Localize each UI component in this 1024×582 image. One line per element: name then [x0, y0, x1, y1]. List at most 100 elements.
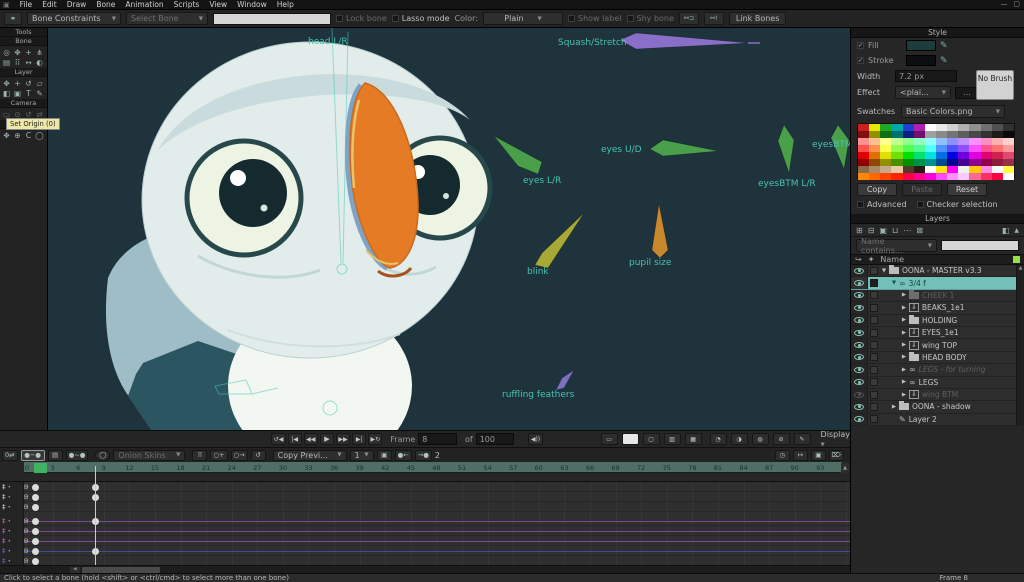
palette-color[interactable] — [1003, 145, 1014, 152]
palette-color[interactable] — [958, 145, 969, 152]
layer-visibility-toggle[interactable] — [851, 377, 868, 388]
palette-color[interactable] — [969, 166, 980, 173]
chevron-collapsed-icon[interactable]: ▶ — [900, 305, 908, 311]
palette-color[interactable] — [947, 159, 958, 166]
palette-color[interactable] — [858, 131, 869, 138]
ruler-frame-9[interactable]: 9 — [102, 464, 106, 472]
shy-bone-checkbox[interactable]: Shy bone — [627, 14, 674, 23]
palette-color[interactable] — [880, 159, 891, 166]
chevron-expanded-icon[interactable]: ▼ — [880, 268, 888, 274]
prev-keyframe-icon[interactable]: ●← — [395, 450, 412, 461]
layer-checkbox[interactable] — [868, 291, 880, 299]
palette-color[interactable] — [858, 173, 869, 180]
layer-visibility-toggle[interactable] — [851, 414, 868, 425]
stroke-color-swatch[interactable] — [906, 55, 936, 66]
layer-checkbox[interactable] — [868, 415, 880, 423]
palette-color[interactable] — [858, 152, 869, 159]
palette-color[interactable] — [936, 138, 947, 145]
bone-unlink-icon[interactable]: ⚯! — [704, 12, 724, 25]
channel-dot-icon[interactable]: • — [8, 494, 12, 501]
menu-view[interactable]: View — [209, 0, 227, 9]
palette-color[interactable] — [903, 124, 914, 131]
channel-row-4[interactable]: ⊖ — [24, 526, 850, 536]
delete-layer-icon[interactable]: ⊔ — [892, 226, 898, 235]
ruler-frame-75[interactable]: 75 — [663, 464, 671, 472]
channel-row-1[interactable]: ⊖ — [24, 492, 850, 502]
channel-dot-icon[interactable]: • — [8, 518, 12, 525]
palette-color[interactable] — [1003, 131, 1014, 138]
ruler-frame-36[interactable]: 36 — [330, 464, 338, 472]
playhead[interactable] — [95, 466, 96, 565]
palette-color[interactable] — [936, 152, 947, 159]
palette-color[interactable] — [914, 124, 925, 131]
palette-color[interactable] — [981, 145, 992, 152]
lock-bone-checkbox[interactable]: Lock bone — [336, 14, 387, 23]
reparent-bone-tool-icon[interactable]: ⋔ — [34, 47, 45, 57]
palette-color[interactable] — [958, 138, 969, 145]
channel-dot-icon[interactable]: • — [8, 484, 12, 491]
channel-row-0[interactable]: ⊖ — [24, 482, 850, 492]
palette-color[interactable] — [969, 173, 980, 180]
keyframe-dot[interactable] — [32, 484, 39, 491]
layer-visibility-toggle[interactable] — [851, 290, 868, 301]
palette-color[interactable] — [880, 152, 891, 159]
palette-color[interactable] — [880, 145, 891, 152]
palette-color[interactable] — [936, 159, 947, 166]
palette-color[interactable] — [958, 152, 969, 159]
palette-color[interactable] — [869, 131, 880, 138]
current-frame-field[interactable]: 8 — [418, 433, 457, 445]
bone-eyes-u-d[interactable] — [650, 140, 718, 156]
layer-row-3-4-f[interactable]: ▼∞3/4 f — [851, 277, 1024, 289]
chevron-collapsed-icon[interactable]: ▶ — [900, 354, 908, 360]
palette-color[interactable] — [936, 124, 947, 131]
flip-layer-tool-icon[interactable]: ◧ — [1, 88, 12, 98]
layer-visibility-toggle[interactable] — [851, 302, 868, 313]
channel-dot-icon[interactable]: • — [8, 528, 12, 535]
layer-visibility-toggle[interactable] — [851, 364, 868, 375]
half-view-icon[interactable]: ▥ — [664, 433, 681, 445]
orbit-workspace-tool-icon[interactable]: ◯ — [34, 130, 45, 140]
new-layer-icon[interactable]: ⊞ — [856, 226, 863, 235]
ruler-frame-6[interactable]: 6 — [76, 464, 80, 472]
layer-row-wing-top[interactable]: ▶⇓wing TOP — [851, 339, 1024, 351]
name-contains-dropdown[interactable]: Name contains...▼ — [856, 239, 937, 252]
onion-skin-icon[interactable]: ◯ — [95, 450, 110, 461]
audio-icon[interactable]: ◀)) — [528, 433, 542, 445]
move-keyframe-icon[interactable]: ○→ — [231, 450, 248, 461]
layer-channels-icon[interactable]: ▤ — [48, 450, 63, 461]
palette-color[interactable] — [914, 131, 925, 138]
copy-frames-icon[interactable]: ▣ — [811, 450, 826, 461]
palette-color[interactable] — [1003, 124, 1014, 131]
ruler-frame-81[interactable]: 81 — [714, 464, 722, 472]
palette-color[interactable] — [969, 124, 980, 131]
copy-previous-dropdown[interactable]: Copy Previ...▼ — [273, 450, 347, 461]
insert-frames-icon[interactable]: ↦ — [793, 450, 808, 461]
ruler-frame-84[interactable]: 84 — [739, 464, 747, 472]
layer-checkbox[interactable] — [868, 366, 880, 374]
palette-color[interactable] — [880, 131, 891, 138]
fill-color-swatch[interactable] — [906, 40, 936, 51]
advanced-checkbox[interactable]: Advanced — [857, 200, 907, 209]
palette-color[interactable] — [947, 152, 958, 159]
layer-row-oona-master-v3-3[interactable]: ▼OONA - MASTER v3.3 — [851, 265, 1024, 277]
channel-row-3[interactable]: ⊖ — [24, 516, 850, 526]
select-bone-dropdown[interactable]: Select Bone▼ — [126, 12, 208, 25]
palette-color[interactable] — [981, 131, 992, 138]
color-palette[interactable] — [857, 123, 1015, 179]
palette-color[interactable] — [925, 159, 936, 166]
palette-color[interactable] — [880, 124, 891, 131]
ruler-frame-45[interactable]: 45 — [407, 464, 415, 472]
palette-color[interactable] — [903, 145, 914, 152]
loop-start-icon[interactable]: ↺◀ — [271, 433, 285, 445]
channel-row-7[interactable]: ⊖ — [24, 556, 850, 565]
palette-color[interactable] — [891, 131, 902, 138]
palette-color[interactable] — [891, 159, 902, 166]
palette-color[interactable] — [1003, 138, 1014, 145]
more-options-icon[interactable]: ⋯ — [903, 226, 911, 235]
bone-strength-tool-icon[interactable]: ◐ — [34, 57, 45, 67]
ruler-frame-48[interactable]: 48 — [432, 464, 440, 472]
menu-edit[interactable]: Edit — [42, 0, 57, 9]
palette-color[interactable] — [869, 145, 880, 152]
bone-color-dropdown[interactable]: Plain▼ — [483, 12, 563, 25]
stroke-width-field[interactable]: 7.2 px — [895, 70, 957, 82]
